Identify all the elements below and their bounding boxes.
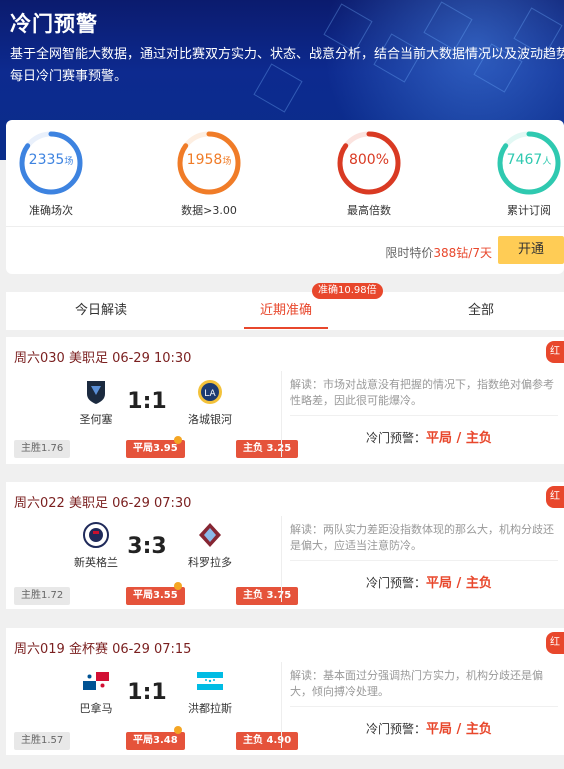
match-header: 周六030 美职足 06-29 10:30 xyxy=(14,351,192,366)
la-galaxy-crest-icon: LA xyxy=(197,379,223,405)
stat-ring: 1958场 xyxy=(176,130,242,196)
cold-warning: 冷门预警：平局 / 主负 xyxy=(366,431,492,446)
match-score: 1:1 xyxy=(127,389,167,414)
desc-line-2: 每日冷门赛事预警。 xyxy=(10,69,128,84)
stat-subscribers: 7467人 累计订阅 xyxy=(474,130,564,218)
hit-dot-icon xyxy=(174,726,182,734)
page-title: 冷门预警 xyxy=(10,12,98,36)
away-team[interactable]: 科罗拉多 xyxy=(170,522,250,570)
page-description: 基于全网智能大数据，通过对比赛双方实力、状态、战意分析，结合当前大数据情况以及波… xyxy=(10,44,564,88)
cold-warning-value: 平局 / 主负 xyxy=(426,576,492,591)
tab-bar: 今日解读 近期准确 全部 xyxy=(6,292,564,330)
away-win-odds: 主负 3.25 xyxy=(236,440,299,458)
stat-value: 800% xyxy=(348,152,390,168)
stat-value: 2335场 xyxy=(28,152,74,168)
analysis-divider xyxy=(290,706,558,707)
stats-panel: 2335场 准确场次 1958场 数据>3.00 800% 最高倍数 7467人… xyxy=(6,120,564,274)
home-win-odds: 主胜1.57 xyxy=(14,732,71,750)
match-card[interactable]: 周六019 金杯赛 06-29 07:15 红 巴拿马 1:1 洪都拉斯 主胜1… xyxy=(6,628,564,755)
san-jose-crest-icon xyxy=(83,379,109,405)
home-win-odds: 主胜1.72 xyxy=(14,587,71,605)
desc-line-1: 基于全网智能大数据，通过对比赛双方实力、状态、战意分析，结合当前大数据情况以及波… xyxy=(10,47,564,62)
new-england-crest-icon xyxy=(83,522,109,548)
tab-all[interactable]: 全部 xyxy=(426,292,536,330)
away-win-odds: 主负 3.75 xyxy=(236,587,299,605)
stat-ring: 800% xyxy=(336,130,402,196)
stat-ring: 2335场 xyxy=(18,130,84,196)
result-tag: 红 xyxy=(546,341,564,363)
price-text: 限时特价388钻/7天 xyxy=(385,246,492,260)
svg-text:LA: LA xyxy=(204,389,216,399)
stat-value: 1958场 xyxy=(186,152,232,168)
match-score: 3:3 xyxy=(127,534,167,559)
match-score: 1:1 xyxy=(127,680,167,705)
away-team-name: 洪都拉斯 xyxy=(188,702,232,715)
away-team[interactable]: 洪都拉斯 xyxy=(170,668,250,716)
card-divider xyxy=(281,516,282,602)
match-header: 周六019 金杯赛 06-29 07:15 xyxy=(14,642,192,657)
stat-ring: 7467人 xyxy=(496,130,562,196)
stat-accurate: 2335场 准确场次 xyxy=(0,130,106,218)
home-win-odds: 主胜1.76 xyxy=(14,440,71,458)
hit-dot-icon xyxy=(174,436,182,444)
divider xyxy=(6,226,564,227)
away-team[interactable]: LA 洛城银河 xyxy=(170,379,250,427)
cold-warning-value: 平局 / 主负 xyxy=(426,431,492,446)
stat-max-multiple: 800% 最高倍数 xyxy=(314,130,424,218)
away-team-name: 洛城银河 xyxy=(188,413,232,426)
accuracy-badge: 准确10.98倍 xyxy=(312,283,383,299)
card-divider xyxy=(281,662,282,748)
match-card[interactable]: 周六022 美职足 06-29 07:30 红 新英格兰 3:3 科罗拉多 主胜… xyxy=(6,482,564,609)
open-button[interactable]: 开通 xyxy=(498,236,564,264)
card-divider xyxy=(281,371,282,457)
colorado-crest-icon xyxy=(197,522,223,548)
analysis-divider xyxy=(290,560,558,561)
draw-odds: 平局3.48 xyxy=(126,732,185,750)
stat-label: 累计订阅 xyxy=(507,204,551,217)
away-win-odds: 主负 4.90 xyxy=(236,732,299,750)
result-tag: 红 xyxy=(546,632,564,654)
cold-warning-value: 平局 / 主负 xyxy=(426,722,492,737)
price-value: 388钻/7天 xyxy=(433,246,492,260)
stat-over-3: 1958场 数据>3.00 xyxy=(154,130,264,218)
hit-dot-icon xyxy=(174,582,182,590)
match-analysis: 解读：市场对战意没有把握的情况下，指数绝对偏参考性略差，因此很可能爆冷。 xyxy=(290,378,554,407)
stat-label: 数据>3.00 xyxy=(181,204,237,217)
stat-label: 准确场次 xyxy=(29,204,73,217)
active-tab-indicator xyxy=(244,327,328,329)
panama-flag-icon xyxy=(83,668,109,694)
result-tag: 红 xyxy=(546,486,564,508)
away-team-name: 科罗拉多 xyxy=(188,556,232,569)
cold-warning: 冷门预警：平局 / 主负 xyxy=(366,722,492,737)
cold-warning: 冷门预警：平局 / 主负 xyxy=(366,576,492,591)
stat-label: 最高倍数 xyxy=(347,204,391,217)
analysis-divider xyxy=(290,415,558,416)
stat-value: 7467人 xyxy=(506,152,552,168)
tab-today[interactable]: 今日解读 xyxy=(46,292,156,330)
match-header: 周六022 美职足 06-29 07:30 xyxy=(14,496,192,511)
match-analysis: 解读：两队实力差距没指数体现的那么大，机构分歧还是偏大，应适当注意防冷。 xyxy=(290,523,554,552)
honduras-flag-icon xyxy=(197,668,223,694)
match-analysis: 解读：基本面过分强调热门方实力，机构分歧还是偏大，倾向搏冷处理。 xyxy=(290,669,543,698)
match-card[interactable]: 周六030 美职足 06-29 10:30 红 圣何塞 1:1 LA 洛城银河 … xyxy=(6,337,564,464)
